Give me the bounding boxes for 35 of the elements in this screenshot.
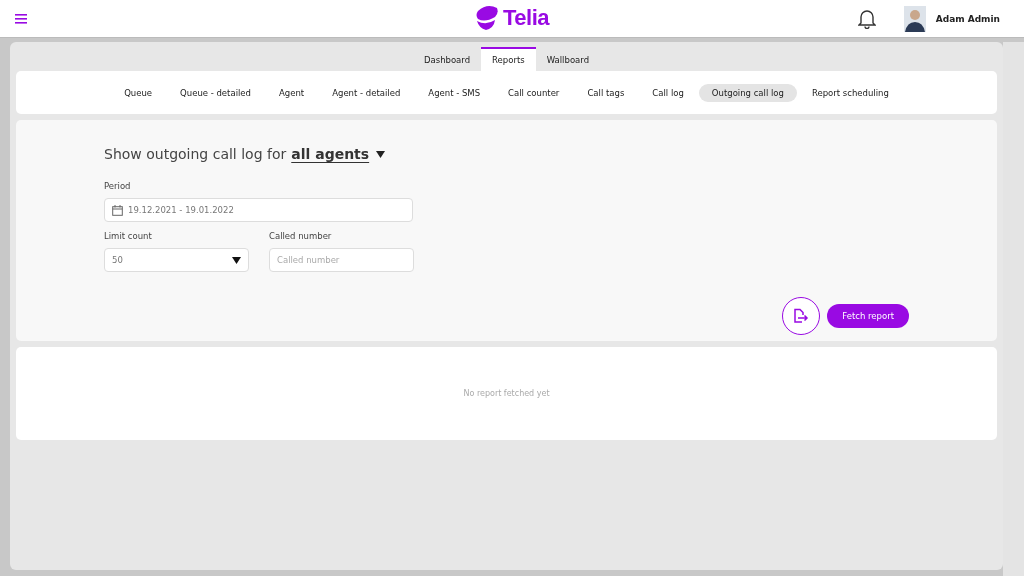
tab[interactable]: Wallboard (535, 47, 601, 71)
report-type-link[interactable]: Agent (266, 83, 318, 102)
user-name[interactable]: Adam Admin (935, 13, 1000, 24)
logo-text: Telia (503, 5, 549, 31)
menu-icon[interactable] (15, 13, 27, 24)
report-type-link[interactable]: Call log (639, 83, 697, 102)
agent-filter-dropdown[interactable]: all agents (291, 146, 386, 162)
report-type-link[interactable]: Queue - detailed (167, 83, 264, 102)
report-type-link[interactable]: Report scheduling (798, 83, 902, 102)
report-type-link[interactable]: Call tags (574, 83, 638, 102)
caret-icon (232, 256, 241, 264)
tab[interactable]: Dashboard (412, 47, 482, 71)
field-label: Limit count (104, 231, 153, 241)
caret-icon (376, 150, 386, 158)
avatar-icon[interactable] (903, 5, 926, 32)
fetch-report-button[interactable]: Fetch report (827, 304, 909, 328)
report-type-link[interactable]: Queue (111, 83, 166, 102)
tab[interactable]: Reports (481, 47, 536, 71)
export-icon (793, 308, 810, 324)
report-type-link[interactable]: Call counter (495, 83, 573, 102)
called-number-field[interactable]: Called number (269, 248, 414, 272)
period-field[interactable]: 19.12.2021 - 19.01.2022 (104, 198, 413, 222)
logo-icon (475, 5, 499, 31)
report-type-link[interactable]: Outgoing call log (698, 83, 797, 102)
calendar-icon (112, 204, 123, 216)
export-button[interactable] (782, 297, 821, 335)
limit-count-dropdown[interactable]: 50 (104, 248, 249, 272)
bell-icon[interactable] (857, 8, 876, 29)
form-heading: Show outgoing call log for (104, 146, 287, 162)
scrollbar-track[interactable] (1003, 42, 1024, 576)
empty-state-message: No report fetched yet (463, 389, 550, 398)
report-type-link[interactable]: Agent - SMS (415, 83, 494, 102)
field-label: Period (104, 181, 132, 191)
field-label: Called number (269, 231, 333, 241)
report-type-link[interactable]: Agent - detailed (319, 83, 414, 102)
